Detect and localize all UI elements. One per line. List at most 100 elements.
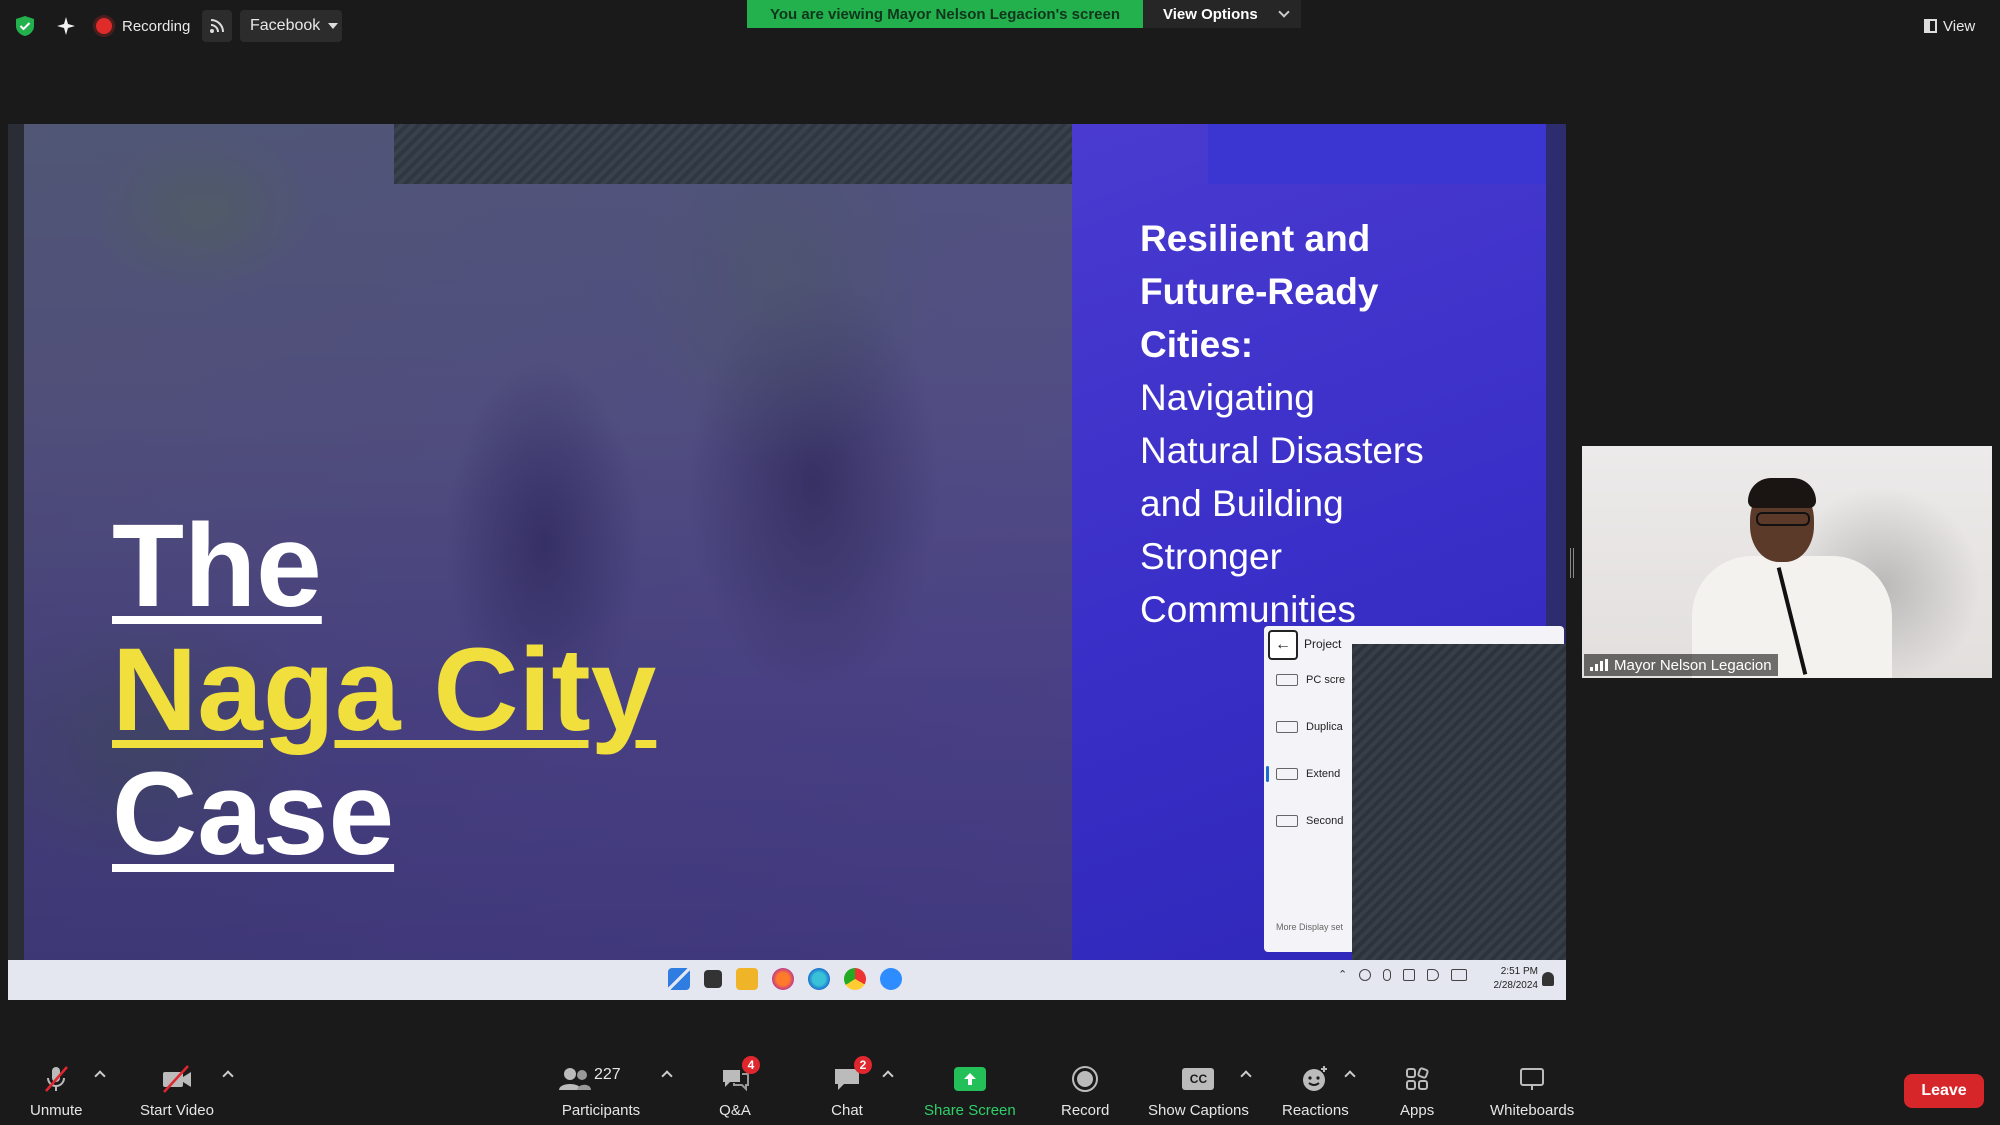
- caret-down-icon: [328, 23, 339, 29]
- meeting-toolbar: Unmute Start Video 227 Participants 4 Q&…: [0, 1050, 2000, 1125]
- record-icon: [1068, 1064, 1102, 1094]
- microphone-icon[interactable]: [1383, 968, 1392, 981]
- apps-icon: [1400, 1064, 1434, 1094]
- share-screen-icon-wrap: [953, 1064, 987, 1094]
- chevron-up-icon[interactable]: ⌃: [1338, 968, 1347, 981]
- title-line: Resilient and: [1140, 218, 1371, 259]
- reactions-button[interactable]: Reactions: [1282, 1064, 1349, 1119]
- facebook-live-dropdown[interactable]: Facebook: [240, 10, 342, 42]
- start-video-button[interactable]: Start Video: [140, 1064, 214, 1119]
- microphone-muted-icon: [39, 1064, 73, 1094]
- viewing-screen-banner: You are viewing Mayor Nelson Legacion's …: [747, 0, 1143, 28]
- rss-icon: [210, 19, 224, 33]
- subtitle-line: Natural Disasters: [1140, 430, 1424, 471]
- subtitle-line: Stronger: [1140, 536, 1282, 577]
- monitor-icon: [1276, 721, 1298, 733]
- case-heading-case: Case: [112, 748, 395, 880]
- participants-options-caret-icon[interactable]: [661, 1070, 673, 1082]
- clock-time: 2:51 PM: [1500, 966, 1538, 977]
- zoom-meeting-window: Recording Facebook You are viewing Mayor…: [0, 0, 2000, 1125]
- taskbar-clock[interactable]: 2:51 PM 2/28/2024: [1478, 965, 1539, 993]
- monitor-icon: [1276, 674, 1298, 686]
- recording-label: Recording: [122, 17, 191, 35]
- start-video-label: Start Video: [140, 1102, 214, 1119]
- participant-video-tile[interactable]: Mayor Nelson Legacion: [1582, 446, 1992, 678]
- share-screen-label: Share Screen: [924, 1102, 1016, 1119]
- video-options-caret-icon[interactable]: [222, 1070, 234, 1082]
- task-view-icon[interactable]: [704, 970, 722, 988]
- subtitle-line: and Building: [1140, 483, 1344, 524]
- notification-bell-icon[interactable]: [1542, 972, 1554, 986]
- reactions-icon: [1298, 1064, 1332, 1094]
- presentation-slide: Resilient and Future-Ready Cities: Navig…: [8, 124, 1566, 960]
- project-panel-title: Project: [1304, 637, 1342, 651]
- record-label: Record: [1061, 1102, 1110, 1119]
- ai-companion-icon[interactable]: [54, 14, 78, 38]
- shield-check-icon[interactable]: [14, 15, 36, 37]
- speaker-hair: [1748, 478, 1816, 508]
- project-option-label: PC scre: [1306, 674, 1346, 686]
- shared-screen[interactable]: Resilient and Future-Ready Cities: Navig…: [8, 124, 1566, 1000]
- taskbar-apps: [668, 968, 902, 990]
- share-screen-icon: [953, 1067, 986, 1091]
- facebook-label: Facebook: [250, 17, 321, 34]
- case-heading-naga-city: Naga City: [112, 624, 657, 756]
- leave-button[interactable]: Leave: [1904, 1074, 1984, 1108]
- back-arrow-icon[interactable]: ←: [1268, 630, 1298, 660]
- windows-taskbar: ⌃ 2:51 PM 2/28/2024: [8, 960, 1566, 1000]
- edge-icon[interactable]: [808, 968, 830, 990]
- recording-indicator[interactable]: Recording: [96, 13, 190, 39]
- recording-dot-icon: [96, 18, 112, 34]
- chrome-icon[interactable]: [844, 968, 866, 990]
- chat-label: Chat: [831, 1102, 863, 1119]
- firefox-icon[interactable]: [772, 968, 794, 990]
- apps-button[interactable]: Apps: [1400, 1064, 1434, 1119]
- volume-icon[interactable]: [1427, 968, 1440, 981]
- windows-start-icon[interactable]: [668, 968, 690, 990]
- video-off-icon: [160, 1064, 194, 1094]
- record-button[interactable]: Record: [1061, 1064, 1109, 1119]
- qa-label: Q&A: [719, 1102, 751, 1119]
- apps-label: Apps: [1400, 1102, 1435, 1119]
- view-label: View: [1943, 17, 1976, 35]
- file-explorer-icon[interactable]: [736, 968, 758, 990]
- participants-label: Participants: [561, 1102, 641, 1119]
- chat-button[interactable]: 2 Chat: [830, 1056, 872, 1119]
- participants-icon: [559, 1068, 591, 1090]
- sync-icon[interactable]: [1359, 968, 1372, 981]
- selection-indicator: [1266, 766, 1269, 782]
- view-options-button[interactable]: View Options: [1143, 0, 1301, 28]
- speaker-glasses: [1756, 512, 1810, 526]
- project-option-label: Duplica: [1306, 721, 1343, 733]
- battery-icon[interactable]: [1451, 968, 1468, 981]
- reactions-label: Reactions: [1282, 1102, 1349, 1119]
- project-option-extend[interactable]: Extend: [1276, 764, 1340, 784]
- zoom-icon[interactable]: [880, 968, 902, 990]
- unmute-label: Unmute: [30, 1102, 83, 1119]
- project-option-duplicate[interactable]: Duplica: [1276, 717, 1343, 737]
- case-heading: The Naga City Case: [112, 504, 656, 876]
- subtitle-line: Navigating: [1140, 377, 1315, 418]
- more-display-settings-link[interactable]: More Display set: [1276, 922, 1343, 932]
- unmute-button[interactable]: Unmute: [30, 1064, 83, 1119]
- case-heading-the: The: [112, 500, 322, 632]
- project-option-pc-screen[interactable]: PC scre: [1276, 670, 1345, 690]
- captions-icon: CC: [1181, 1064, 1215, 1094]
- view-button[interactable]: View: [1924, 14, 1975, 38]
- panel-resize-handle[interactable]: [1570, 548, 1574, 578]
- qa-button[interactable]: 4 Q&A: [718, 1056, 760, 1119]
- show-captions-label: Show Captions: [1148, 1102, 1249, 1119]
- livestream-button[interactable]: [202, 10, 232, 42]
- display-icon[interactable]: [1403, 968, 1416, 981]
- signal-strength-icon: [1590, 659, 1608, 671]
- show-captions-button[interactable]: CC Show Captions: [1148, 1064, 1249, 1119]
- chat-options-caret-icon[interactable]: [882, 1070, 894, 1082]
- chat-icon: 2: [830, 1056, 872, 1094]
- chevron-down-icon: [1278, 6, 1290, 18]
- participants-button[interactable]: 227 Participants: [556, 1064, 646, 1119]
- whiteboards-button[interactable]: Whiteboards: [1490, 1064, 1574, 1119]
- project-option-second-screen[interactable]: Second: [1276, 811, 1343, 831]
- slide-title: Resilient and Future-Ready Cities: Navig…: [1140, 212, 1540, 636]
- share-screen-button[interactable]: Share Screen: [924, 1064, 1016, 1119]
- audio-options-caret-icon[interactable]: [94, 1070, 106, 1082]
